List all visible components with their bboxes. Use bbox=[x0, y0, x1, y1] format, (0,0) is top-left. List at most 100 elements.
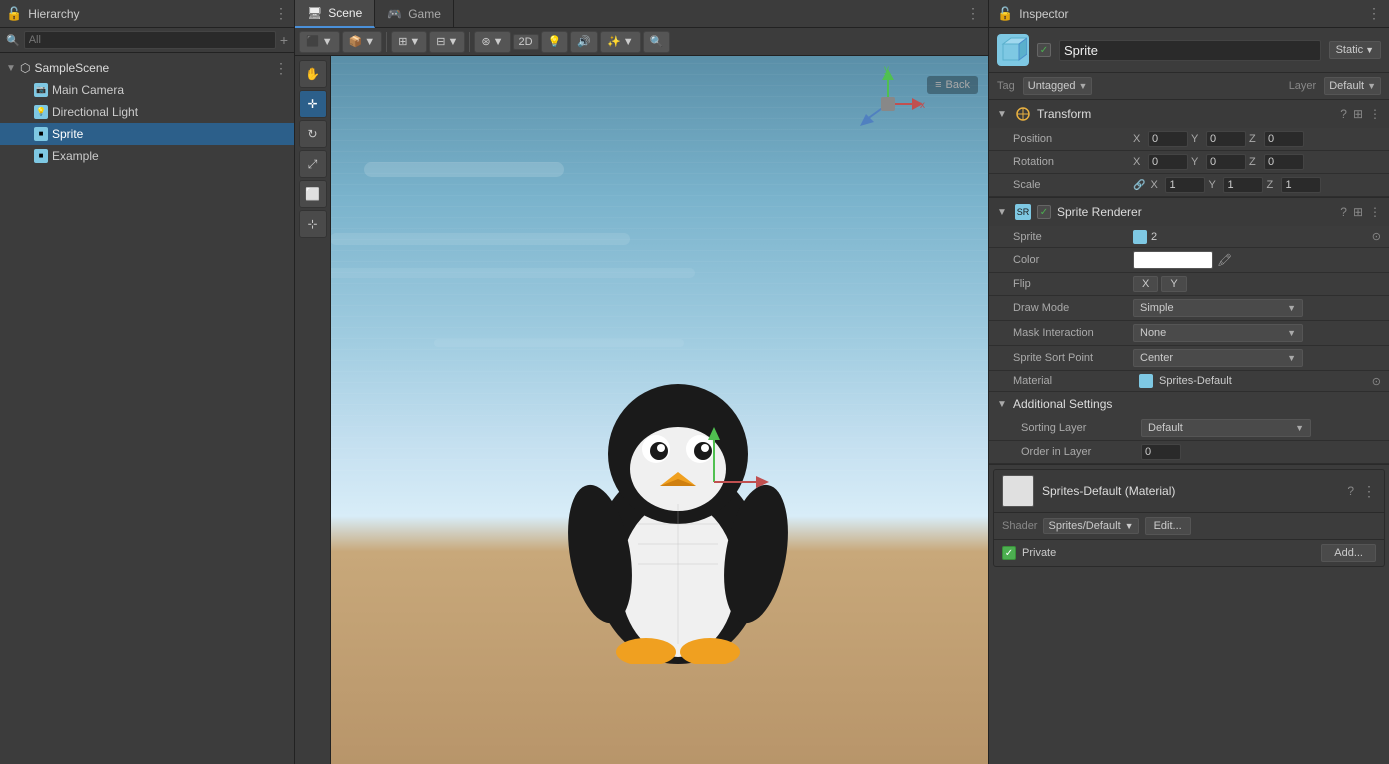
gizmos-arrow: ▼ bbox=[493, 36, 504, 48]
additional-settings-label: Additional Settings bbox=[1013, 397, 1112, 411]
viewport-tab-bar: 🖥 Scene 🎮 Game ⋮ bbox=[295, 0, 988, 28]
fx-btn[interactable]: ✨ ▼ bbox=[600, 31, 641, 53]
search-input[interactable] bbox=[24, 31, 276, 49]
hierarchy-item-directional-light[interactable]: 💡 Directional Light bbox=[0, 101, 294, 123]
game-tab-icon: 🎮 bbox=[387, 7, 402, 21]
private-checkbox[interactable] bbox=[1002, 546, 1016, 560]
move-tool[interactable]: ✛ bbox=[299, 90, 327, 118]
hierarchy-item-sprite[interactable]: ■ Sprite bbox=[0, 123, 294, 145]
light-toggle-btn[interactable]: 💡 bbox=[541, 31, 569, 53]
scale-x-input[interactable] bbox=[1165, 177, 1205, 193]
hierarchy-item-example[interactable]: ■ Example bbox=[0, 145, 294, 167]
inspector-menu-icon[interactable]: ⋮ bbox=[1367, 5, 1381, 22]
material-target-icon[interactable]: ⊙ bbox=[1372, 375, 1381, 388]
scale-z-field: Z bbox=[1266, 177, 1321, 193]
sprite-renderer-menu-icon[interactable]: ⋮ bbox=[1369, 205, 1381, 219]
sprite-renderer-title: Sprite Renderer bbox=[1057, 205, 1334, 219]
add-hierarchy-icon[interactable]: + bbox=[280, 32, 288, 48]
scene-draw-mode-btn[interactable]: ⬛ ▼ bbox=[299, 31, 340, 53]
position-z-input[interactable] bbox=[1264, 131, 1304, 147]
material-menu-icon[interactable]: ⋮ bbox=[1362, 483, 1376, 500]
scene-3d-toggle-btn[interactable]: 📦 ▼ bbox=[342, 31, 383, 53]
mask-interaction-value: None ▼ bbox=[1133, 324, 1381, 342]
transform-menu-icon[interactable]: ⋮ bbox=[1369, 107, 1381, 121]
transform-help-icon[interactable]: ? bbox=[1340, 107, 1347, 121]
sprite-sort-point-dropdown[interactable]: Center ▼ bbox=[1133, 349, 1303, 367]
audio-btn[interactable]: 🔊 bbox=[570, 31, 598, 53]
scale-tool[interactable]: ⤢ bbox=[299, 150, 327, 178]
material-name: Sprites-Default bbox=[1159, 375, 1366, 387]
active-checkbox[interactable]: ✓ bbox=[1037, 43, 1051, 57]
sorting-layer-value-text: Default bbox=[1148, 422, 1183, 434]
static-dropdown[interactable]: Static ▼ bbox=[1329, 41, 1381, 59]
sprite-renderer-settings-icon[interactable]: ⊞ bbox=[1353, 205, 1363, 219]
rotation-z-input[interactable] bbox=[1264, 154, 1304, 170]
mask-interaction-value-text: None bbox=[1140, 327, 1166, 339]
edit-shader-button[interactable]: Edit... bbox=[1145, 517, 1191, 535]
eyedropper-icon[interactable]: 🖍 bbox=[1217, 253, 1232, 267]
scene-menu-icon[interactable]: ⋮ bbox=[274, 60, 288, 77]
fx-arrow: ▼ bbox=[623, 36, 634, 48]
scene-item-samplescene[interactable]: ▼ ⬡ SampleScene ⋮ bbox=[0, 57, 294, 79]
back-button[interactable]: ≡ Back bbox=[927, 76, 978, 94]
scene-name-label: SampleScene bbox=[34, 61, 109, 75]
sorting-layer-dropdown[interactable]: Default ▼ bbox=[1141, 419, 1311, 437]
order-in-layer-input[interactable] bbox=[1141, 444, 1181, 460]
rotate-tool[interactable]: ↻ bbox=[299, 120, 327, 148]
grid-snap-btn[interactable]: ⊟ ▼ bbox=[429, 31, 465, 53]
material-help-icon[interactable]: ? bbox=[1347, 484, 1354, 498]
tab-game[interactable]: 🎮 Game bbox=[375, 0, 454, 28]
color-row: Color 🖍 bbox=[989, 248, 1389, 273]
rotation-y-input[interactable] bbox=[1206, 154, 1246, 170]
scale-row: Scale 🔗 X Y Z bbox=[989, 174, 1389, 197]
scale-lock-icon[interactable]: 🔗 bbox=[1133, 180, 1145, 191]
flip-y-button[interactable]: Y bbox=[1161, 276, 1186, 292]
color-swatch[interactable] bbox=[1133, 251, 1213, 269]
search-scene-btn[interactable]: 🔍 bbox=[643, 31, 671, 53]
shader-dropdown[interactable]: Sprites/Default ▼ bbox=[1043, 518, 1138, 534]
3d-icon: 📦 bbox=[349, 35, 363, 48]
2d-toggle-btn[interactable]: 2D bbox=[513, 34, 539, 50]
rotation-x-input[interactable] bbox=[1148, 154, 1188, 170]
object-preview-icon bbox=[997, 34, 1029, 66]
position-y-input[interactable] bbox=[1206, 131, 1246, 147]
scale-z-input[interactable] bbox=[1281, 177, 1321, 193]
transform-settings-icon[interactable]: ⊞ bbox=[1353, 107, 1363, 121]
scene-orientation-gizmo: y x bbox=[848, 64, 928, 144]
mask-interaction-dropdown[interactable]: None ▼ bbox=[1133, 324, 1303, 342]
snap-btn[interactable]: ⊞ ▼ bbox=[391, 31, 427, 53]
sprite-renderer-checkbox[interactable]: ✓ bbox=[1037, 205, 1051, 219]
add-button[interactable]: Add... bbox=[1321, 544, 1376, 562]
additional-settings-header[interactable]: ▼ Additional Settings bbox=[989, 392, 1389, 416]
sprite-renderer-help-icon[interactable]: ? bbox=[1340, 205, 1347, 219]
sprite-renderer-header[interactable]: ▼ SR ✓ Sprite Renderer ? ⊞ ⋮ bbox=[989, 198, 1389, 226]
scale-y-field: Y bbox=[1208, 177, 1263, 193]
rect-tool[interactable]: ⬜ bbox=[299, 180, 327, 208]
scale-y-input[interactable] bbox=[1223, 177, 1263, 193]
layer-dropdown[interactable]: Default ▼ bbox=[1324, 77, 1381, 95]
scene-viewport[interactable]: ✋ ✛ ↻ ⤢ ⬜ ⊹ bbox=[295, 56, 988, 764]
transform-header[interactable]: ▼ Transform ? ⊞ ⋮ bbox=[989, 100, 1389, 128]
hierarchy-lock-icon[interactable]: 🔓 bbox=[6, 6, 22, 22]
draw-mode-dropdown[interactable]: Simple ▼ bbox=[1133, 299, 1303, 317]
sprite-target-icon[interactable]: ⊙ bbox=[1372, 230, 1381, 243]
viewport-menu-icon[interactable]: ⋮ bbox=[966, 5, 980, 22]
hand-tool[interactable]: ✋ bbox=[299, 60, 327, 88]
tab-scene[interactable]: 🖥 Scene bbox=[295, 0, 375, 28]
game-tab-label: Game bbox=[408, 7, 441, 21]
cloud-3 bbox=[295, 268, 695, 278]
flip-x-button[interactable]: X bbox=[1133, 276, 1158, 292]
hierarchy-item-main-camera[interactable]: 📷 Main Camera bbox=[0, 79, 294, 101]
sprite-renderer-expand-icon: ▼ bbox=[997, 207, 1009, 218]
gizmos-btn[interactable]: ⊛ ▼ bbox=[474, 31, 510, 53]
scene-toolbar: ⬛ ▼ 📦 ▼ ⊞ ▼ ⊟ ▼ ⊛ ▼ 2D 💡 bbox=[295, 28, 988, 56]
tag-dropdown[interactable]: Untagged ▼ bbox=[1023, 77, 1093, 95]
position-x-input[interactable] bbox=[1148, 131, 1188, 147]
draw-mode-arrow: ▼ bbox=[322, 36, 333, 48]
material-label: Material bbox=[1013, 375, 1133, 387]
sprite-sort-point-arrow: ▼ bbox=[1287, 353, 1296, 363]
inspector-lock-icon[interactable]: 🔓 bbox=[997, 6, 1013, 22]
hierarchy-menu-icon[interactable]: ⋮ bbox=[274, 5, 288, 22]
object-name-input[interactable] bbox=[1059, 40, 1321, 61]
transform-tool[interactable]: ⊹ bbox=[299, 210, 327, 238]
